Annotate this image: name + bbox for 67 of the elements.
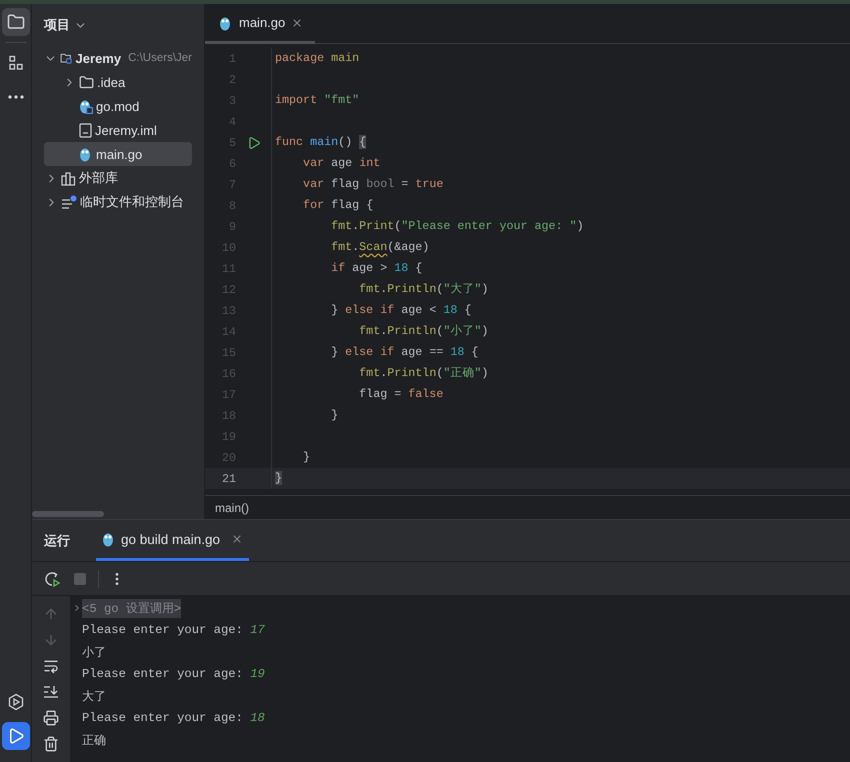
code-line: fmt.Scan(&age) — [271, 237, 430, 258]
scratch-icon — [61, 194, 77, 210]
console-line: 大了 — [82, 688, 106, 704]
trash-icon[interactable] — [43, 736, 59, 752]
tree-item-label: Jeremy.iml — [95, 122, 157, 138]
tree-item[interactable]: .idea — [44, 70, 192, 94]
gopher-icon — [79, 98, 93, 114]
close-icon[interactable] — [231, 533, 244, 545]
gopher-icon — [79, 146, 93, 162]
tree-item-label: main.go — [96, 146, 142, 162]
editor-tab[interactable]: main.go — [205, 4, 316, 44]
folder-icon — [79, 74, 94, 90]
more-icon[interactable] — [8, 95, 24, 99]
soft-wrap-icon[interactable] — [43, 658, 59, 674]
code-line: flag = false — [271, 384, 444, 405]
code-line: var age int — [271, 153, 380, 174]
code-line: func main() { — [271, 132, 366, 153]
tree-item[interactable]: Jeremy C:\Users\Jer — [44, 46, 192, 70]
rerun-icon[interactable] — [43, 570, 61, 588]
folder-icon — [6, 13, 24, 31]
run-gutter-icon[interactable] — [246, 136, 260, 150]
code-line: import "fmt" — [271, 90, 360, 111]
tree-item-label: .idea — [97, 74, 126, 90]
gopher-icon — [102, 531, 116, 547]
tree-item[interactable]: main.go — [44, 142, 192, 166]
code-line: package main — [271, 48, 360, 69]
code-line: if age > 18 { — [271, 258, 422, 279]
code-line: } — [271, 468, 282, 489]
panel-title: 运行 — [44, 532, 70, 550]
console-line: Please enter your age: 19 — [82, 667, 265, 681]
breadcrumb[interactable]: main() — [215, 500, 250, 514]
tool-window-button[interactable] — [2, 8, 30, 36]
panel-title: 项目 — [44, 16, 70, 34]
code-line: var flag bool = true — [271, 174, 444, 195]
print-icon[interactable] — [43, 710, 59, 726]
scrollbar — [32, 511, 104, 517]
file-icon — [79, 122, 92, 138]
scroll-to-end-icon[interactable] — [43, 684, 59, 700]
tree-item-label: Jeremy — [76, 50, 122, 66]
console-line: 小了 — [82, 644, 106, 660]
console-line: Please enter your age: 17 — [82, 623, 265, 637]
code-line: fmt.Println("大了") — [271, 279, 488, 300]
code-line: fmt.Println("正确") — [271, 363, 488, 384]
library-icon — [61, 170, 76, 186]
console-line: 正确 — [82, 732, 106, 748]
run-tab[interactable]: go build main.go — [96, 520, 250, 561]
code-line: } else if age < 18 { — [271, 300, 472, 321]
tree-item[interactable]: 外部库 — [44, 166, 192, 190]
tree-item[interactable]: go.mod — [44, 94, 192, 118]
gopher-icon — [219, 14, 233, 30]
code-line: fmt.Print("Please enter your age: ") — [271, 216, 584, 237]
line-number: 21 — [220, 472, 236, 486]
tree-item[interactable]: 临时文件和控制台 — [44, 190, 192, 214]
code-line: } — [271, 405, 338, 426]
project-path: C:\Users\Jer — [128, 52, 192, 64]
tree-item-label: go.mod — [96, 98, 140, 114]
tool-window-button[interactable] — [2, 722, 30, 750]
code-line: } else if age == 18 { — [271, 342, 478, 363]
tree-item[interactable]: Jeremy.iml — [44, 118, 192, 142]
console-line: Please enter your age: 18 — [82, 711, 265, 725]
code-line: for flag { — [271, 195, 374, 216]
close-icon[interactable] — [291, 16, 304, 28]
tree-item-label: 临时文件和控制台 — [80, 193, 184, 211]
code-line: fmt.Println("小了") — [271, 321, 488, 342]
services-icon — [6, 693, 24, 711]
tree-item-label: 外部库 — [79, 169, 118, 187]
structure-icon — [8, 55, 24, 71]
